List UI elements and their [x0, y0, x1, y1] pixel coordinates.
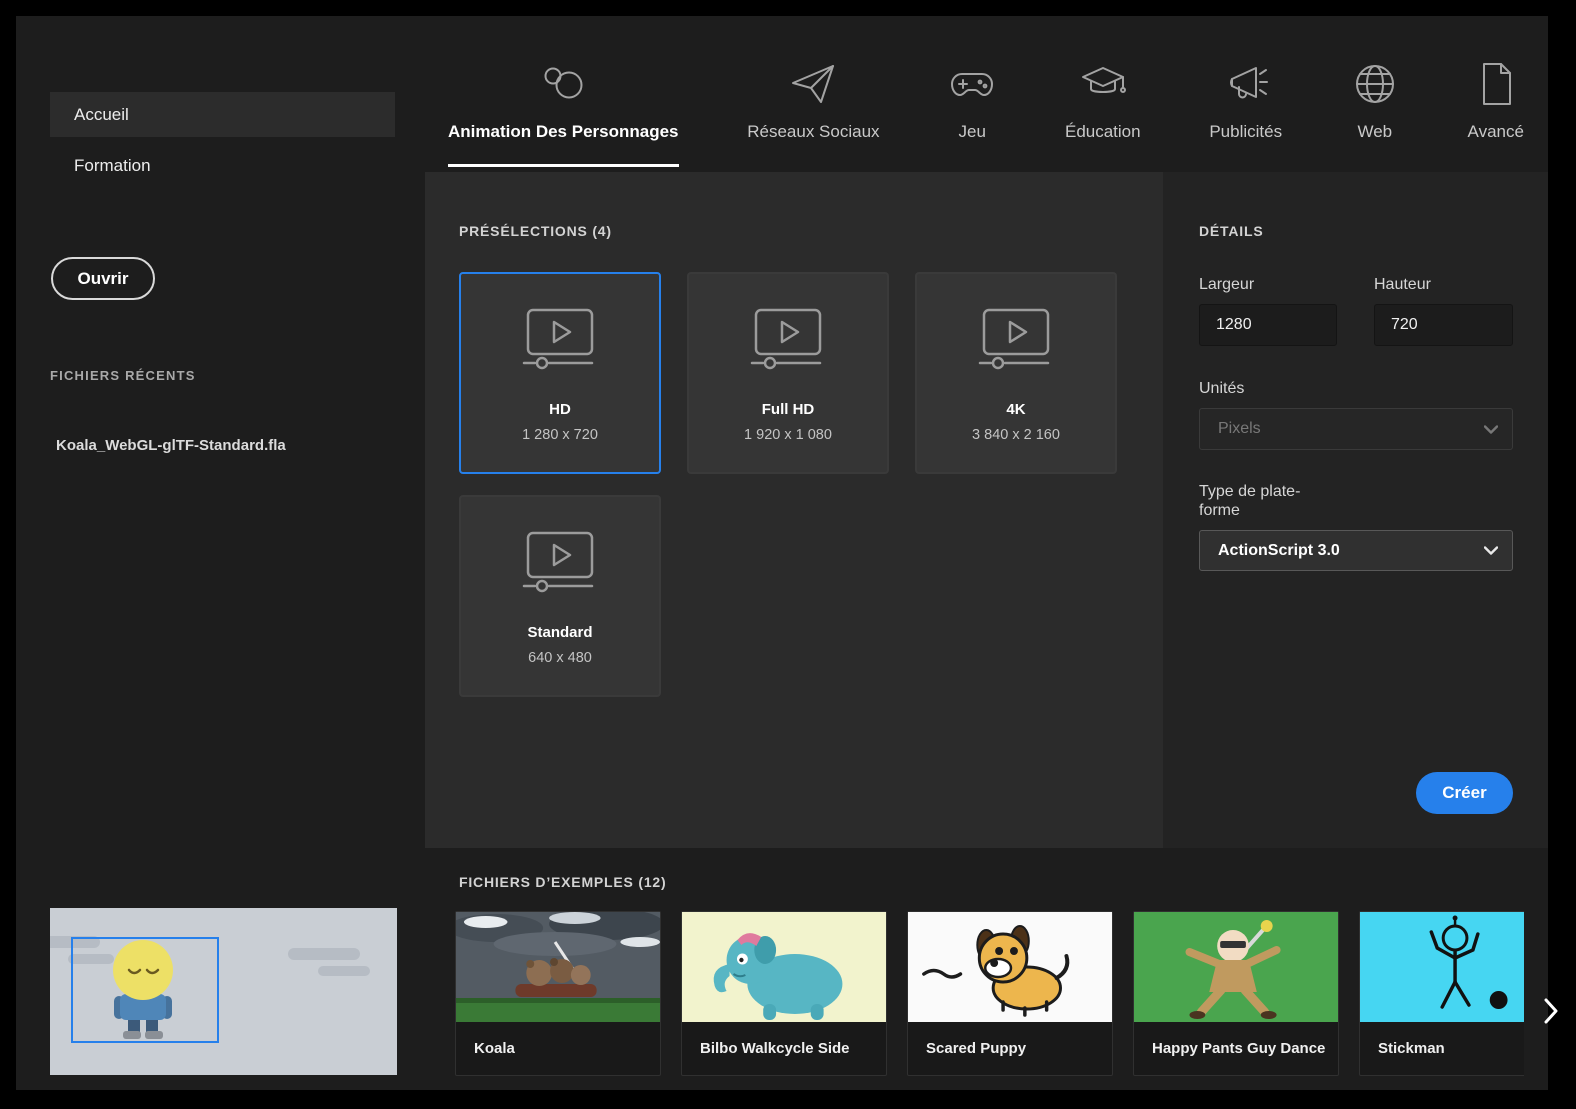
- tab-label: Publicités: [1209, 122, 1283, 141]
- preset-name: Full HD: [761, 401, 815, 418]
- chevron-down-icon: [1484, 546, 1498, 555]
- preset-size: 1 920 x 1 080: [744, 427, 832, 443]
- platform-label: Type de plate-forme: [1199, 483, 1301, 519]
- sample-card-bilbo[interactable]: Bilbo Walkcycle Side: [681, 911, 887, 1076]
- video-preset-icon: [520, 531, 600, 598]
- recent-file-item[interactable]: Koala_WebGL-glTF-Standard.fla: [56, 437, 286, 454]
- sample-card-stickman[interactable]: Stickman: [1359, 911, 1524, 1076]
- sample-name: Koala: [474, 1040, 515, 1057]
- koala-thumbnail: [456, 912, 660, 1022]
- category-tabs: Animation Des Personnages Réseaux Sociau…: [448, 52, 1524, 167]
- preset-card-4k[interactable]: 4K 3 840 x 2 160: [915, 272, 1117, 474]
- width-label: Largeur: [1199, 276, 1255, 293]
- preset-grid: HD 1 280 x 720 Full HD 1 920 x 1 080 4K …: [459, 272, 1117, 697]
- character-preview-image: [50, 908, 397, 1075]
- recent-files-header: FICHIERS RÉCENTS: [50, 368, 196, 383]
- megaphone-icon: [1222, 52, 1270, 116]
- happy-pants-guy-thumbnail: [1134, 912, 1338, 1022]
- tab-avance[interactable]: Avancé: [1468, 52, 1524, 167]
- sample-files-row: Koala Bilbo Walkcycle Side Scared Puppy …: [455, 911, 1524, 1076]
- presets-header: PRÉSÉLECTIONS (4): [459, 223, 612, 239]
- paper-plane-icon: [789, 52, 837, 116]
- tab-reseaux-sociaux[interactable]: Réseaux Sociaux: [747, 52, 880, 167]
- details-header: DÉTAILS: [1199, 223, 1264, 239]
- details-panel: DÉTAILS Largeur Hauteur Unités Pixels Ty…: [1163, 172, 1548, 848]
- sidebar-item-accueil[interactable]: Accueil: [50, 92, 395, 137]
- height-label: Hauteur: [1374, 276, 1431, 293]
- sample-card-koala[interactable]: Koala: [455, 911, 661, 1076]
- tab-jeu[interactable]: Jeu: [948, 52, 996, 167]
- document-icon: [1472, 52, 1520, 116]
- tab-label: Jeu: [958, 122, 986, 141]
- preset-size: 640 x 480: [528, 650, 592, 666]
- recent-file-preview[interactable]: [50, 908, 397, 1075]
- sample-name: Happy Pants Guy Dance: [1152, 1040, 1326, 1057]
- height-field[interactable]: [1374, 304, 1513, 346]
- preset-name: Standard: [527, 624, 593, 641]
- width-field[interactable]: [1199, 304, 1337, 346]
- video-preset-icon: [520, 308, 600, 375]
- video-preset-icon: [976, 308, 1056, 375]
- sample-card-scared-puppy[interactable]: Scared Puppy: [907, 911, 1113, 1076]
- tab-publicites[interactable]: Publicités: [1209, 52, 1282, 167]
- graduation-cap-icon: [1079, 52, 1127, 116]
- preset-size: 3 840 x 2 160: [972, 427, 1060, 443]
- platform-value: ActionScript 3.0: [1218, 541, 1340, 559]
- preset-name: 4K: [1006, 401, 1026, 418]
- sample-name: Scared Puppy: [926, 1040, 1027, 1057]
- sample-files-header: FICHIERS D’EXEMPLES (12): [459, 874, 667, 890]
- units-label: Unités: [1199, 380, 1245, 397]
- preset-card-full-hd[interactable]: Full HD 1 920 x 1 080: [687, 272, 889, 474]
- bilbo-thumbnail: [682, 912, 886, 1022]
- tab-label: Réseaux Sociaux: [747, 122, 880, 141]
- tab-label: Web: [1357, 122, 1393, 141]
- chevron-right-icon: [1544, 998, 1558, 1024]
- character-animation-icon: [539, 52, 587, 116]
- globe-icon: [1351, 52, 1399, 116]
- tab-education[interactable]: Éducation: [1065, 52, 1141, 167]
- gamepad-icon: [948, 52, 996, 116]
- video-preset-icon: [748, 308, 828, 375]
- preset-name: HD: [549, 401, 571, 418]
- preset-card-hd[interactable]: HD 1 280 x 720: [459, 272, 661, 474]
- sidebar: Accueil Formation Ouvrir FICHIERS RÉCENT…: [16, 16, 425, 1090]
- preset-size: 1 280 x 720: [522, 427, 598, 443]
- sample-name: Bilbo Walkcycle Side: [700, 1040, 850, 1057]
- create-button[interactable]: Créer: [1416, 772, 1513, 814]
- sample-name: Stickman: [1378, 1040, 1445, 1057]
- tab-animation-des-personnages[interactable]: Animation Des Personnages: [448, 52, 679, 167]
- new-document-dialog: Accueil Formation Ouvrir FICHIERS RÉCENT…: [0, 0, 1576, 1109]
- platform-select[interactable]: ActionScript 3.0: [1199, 530, 1513, 571]
- units-value: Pixels: [1218, 420, 1261, 437]
- tab-web[interactable]: Web: [1351, 52, 1399, 167]
- preset-card-standard[interactable]: Standard 640 x 480: [459, 495, 661, 697]
- presets-panel: PRÉSÉLECTIONS (4) HD 1 280 x 720 Full HD…: [425, 172, 1163, 848]
- chevron-down-icon: [1484, 424, 1498, 434]
- sidebar-item-formation[interactable]: Formation: [50, 143, 395, 188]
- sample-card-happy-pants-guy[interactable]: Happy Pants Guy Dance: [1133, 911, 1339, 1076]
- tab-label: Animation Des Personnages: [448, 122, 679, 141]
- tab-label: Avancé: [1467, 122, 1524, 141]
- open-button[interactable]: Ouvrir: [51, 257, 155, 300]
- tab-label: Éducation: [1064, 122, 1141, 141]
- units-select[interactable]: Pixels: [1199, 408, 1513, 450]
- samples-next-button[interactable]: [1543, 995, 1567, 1027]
- scared-puppy-thumbnail: [908, 912, 1112, 1022]
- stickman-thumbnail: [1360, 912, 1524, 1022]
